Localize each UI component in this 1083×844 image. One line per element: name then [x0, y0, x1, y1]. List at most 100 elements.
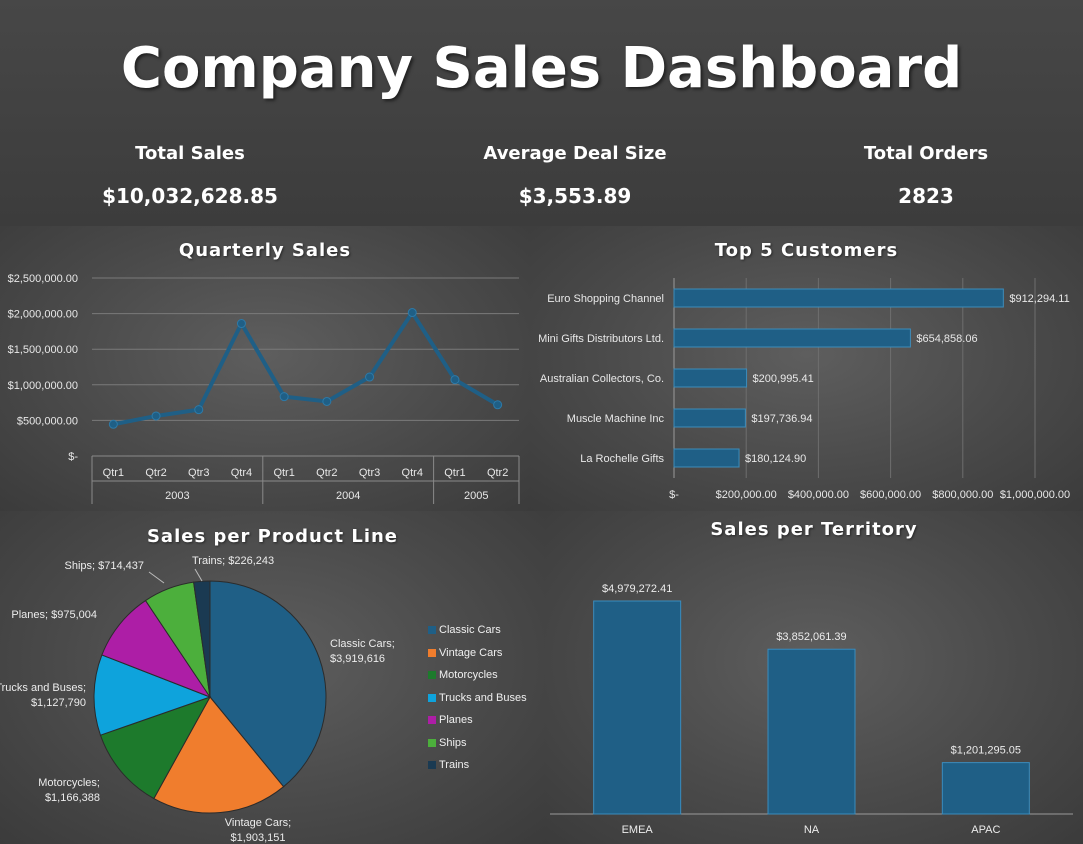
slice-label: Vintage Cars;	[225, 817, 291, 829]
data-point	[279, 392, 289, 402]
legend-swatch	[428, 761, 436, 770]
data-label: $912,294.11	[1009, 293, 1069, 305]
leader-line	[194, 568, 203, 582]
x-tick-label: Qtr4	[402, 467, 423, 479]
category-label: EMEA	[622, 824, 654, 836]
year-label: 2004	[336, 490, 360, 502]
category-label: Australian Collectors, Co.	[540, 373, 664, 385]
slice-label: $3,919,616	[330, 653, 385, 665]
y-tick-label: $2,000,000.00	[8, 309, 78, 321]
x-tick-label: $800,000.00	[932, 489, 993, 501]
legend-item: Motorcycles	[428, 669, 498, 681]
x-tick-label: Qtr1	[103, 467, 124, 479]
x-tick-label: $200,000.00	[716, 489, 777, 501]
data-label: $654,858.06	[916, 333, 977, 345]
quarterly-sales-panel: Quarterly Sales $- $500,000.00 $1,000,000.…	[0, 226, 530, 511]
slice-label: Motorcycles;	[38, 777, 100, 789]
x-tick-label: Qtr2	[145, 467, 166, 479]
kpi-average-deal-size-label: Average Deal Size	[483, 143, 667, 164]
y-tick-label: $1,500,000.00	[8, 344, 78, 356]
legend-item: Ships	[428, 737, 467, 749]
x-tick-label: Qtr1	[273, 467, 294, 479]
data-label: $180,124.90	[745, 453, 806, 465]
category-label: NA	[804, 824, 820, 836]
legend-swatch	[428, 738, 436, 747]
x-tick-label: $400,000.00	[788, 489, 849, 501]
data-point	[493, 400, 503, 410]
legend-item: Trucks and Buses	[428, 692, 527, 704]
slice-label: $1,903,151	[230, 832, 285, 844]
sales-line	[112, 310, 499, 427]
slice-label: Planes; $975,004	[11, 609, 97, 621]
legend-item: Classic Cars	[428, 624, 501, 636]
data-label: $197,736.94	[751, 413, 812, 425]
legend-label: Vintage Cars	[439, 646, 503, 659]
x-tick-label: Qtr2	[487, 467, 508, 479]
data-point	[236, 319, 246, 329]
year-label: 2003	[165, 490, 189, 502]
legend-label: Motorcycles	[439, 669, 498, 681]
bar	[593, 600, 682, 815]
legend-swatch	[428, 626, 436, 635]
y-tick-label: $500,000.00	[17, 415, 78, 427]
y-tick-label: $2,500,000.00	[8, 273, 78, 285]
kpi-average-deal-size-value: $3,553.89	[518, 184, 632, 208]
legend-swatch	[428, 716, 436, 725]
category-label: Mini Gifts Distributors Ltd.	[538, 333, 664, 345]
territory-panel: Sales per Territory $4,979,272.41 EMEA $3,…	[545, 511, 1083, 844]
legend-swatch	[428, 671, 436, 680]
slice-label: Classic Cars;	[330, 638, 395, 650]
page-title: Company Sales Dashboard	[120, 36, 963, 101]
x-tick-label: $-	[669, 489, 679, 501]
y-tick-label: $-	[68, 451, 78, 463]
kpi-total-orders-label: Total Orders	[863, 143, 989, 164]
territory-chart: $4,979,272.41 EMEA $3,852,061.39 NA $1,201,2…	[550, 583, 1073, 836]
x-tick-label: $600,000.00	[860, 489, 921, 501]
slice-label: $1,166,388	[45, 792, 100, 804]
slice-label: $1,127,790	[31, 697, 86, 709]
legend-label: Ships	[439, 736, 467, 749]
quarterly-sales-chart: $- $500,000.00 $1,000,000.00 $1,500,000.00 $…	[8, 273, 520, 504]
slice-label: Trains; $226,243	[192, 555, 274, 567]
data-point	[151, 411, 161, 421]
data-label: $3,852,061.39	[776, 631, 846, 643]
legend-swatch	[428, 648, 436, 657]
legend-item: Trains	[428, 759, 469, 771]
data-label: $1,201,295.05	[951, 745, 1021, 757]
x-tick-label: $1,000,000.00	[1000, 489, 1070, 501]
bar	[941, 762, 1030, 815]
data-point	[450, 375, 460, 385]
kpi-total-sales-value: $10,032,628.85	[102, 184, 278, 208]
product-line-panel: Sales per Product Line Classic Cars; $3,9…	[0, 511, 545, 844]
legend-item: Vintage Cars	[428, 647, 502, 659]
legend-label: Classic Cars	[439, 624, 501, 636]
slice-label: Ships; $714,437	[64, 560, 144, 572]
leader-line	[148, 571, 165, 584]
bar	[673, 368, 748, 388]
category-label: Euro Shopping Channel	[547, 293, 664, 305]
data-label: $4,979,272.41	[602, 583, 672, 595]
bar	[673, 328, 911, 348]
y-tick-label: $1,000,000.00	[8, 380, 78, 392]
legend-label: Trains	[439, 759, 470, 771]
bar	[767, 648, 856, 815]
data-point	[322, 396, 332, 406]
data-point	[407, 308, 417, 318]
data-point	[194, 405, 204, 415]
x-tick-label: Qtr1	[444, 467, 465, 479]
data-point	[108, 419, 118, 429]
data-point	[365, 372, 375, 382]
category-label: La Rochelle Gifts	[580, 453, 664, 465]
legend-label: Trucks and Buses	[439, 691, 527, 704]
top-customers-panel: Top 5 Customers $- $200,000.00 $400,000.00…	[530, 226, 1083, 511]
data-label: $200,995.41	[753, 373, 814, 385]
kpi-total-sales-label: Total Sales	[135, 143, 245, 164]
x-tick-label: Qtr3	[188, 467, 209, 479]
x-tick-label: Qtr3	[359, 467, 380, 479]
category-label: Muscle Machine Inc	[567, 413, 665, 425]
category-label: APAC	[971, 824, 1000, 836]
dashboard-header: Company Sales Dashboard Total Sales $10,…	[0, 0, 1083, 226]
bar	[673, 408, 746, 428]
year-label: 2005	[464, 490, 488, 502]
top-customers-chart: $- $200,000.00 $400,000.00 $600,000.00 $800,…	[538, 278, 1070, 501]
